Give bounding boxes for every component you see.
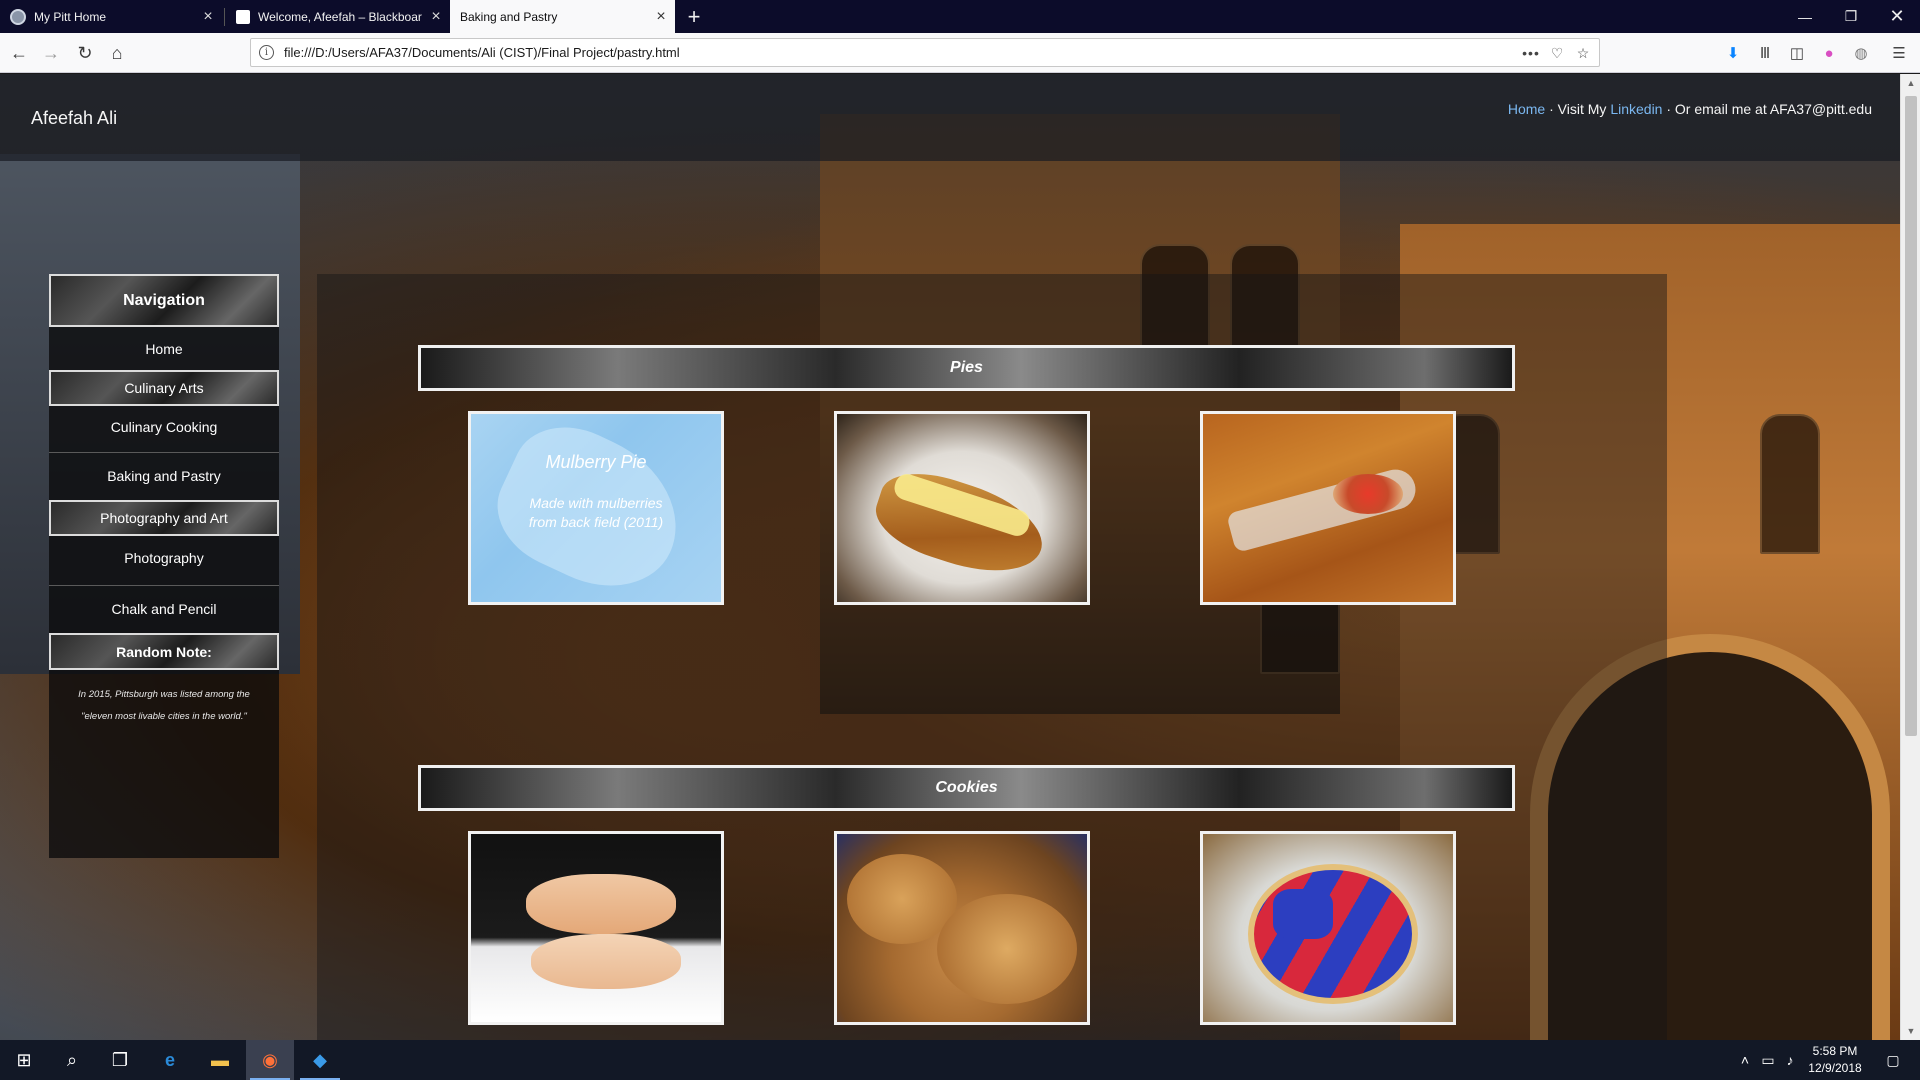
tab-blackboard[interactable]: Welcome, Afeefah – Blackboar × <box>226 0 450 33</box>
back-arrow-icon[interactable]: ← <box>4 38 34 68</box>
pocket-icon[interactable]: ♡ <box>1545 42 1569 64</box>
pies-section-heading: Pies <box>418 345 1515 391</box>
header-text-email: · Or email me at AFA37@pitt.edu <box>1662 101 1872 117</box>
header-links: Home · Visit My Linkedin · Or email me a… <box>1508 101 1872 117</box>
forward-arrow-icon[interactable]: → <box>36 38 66 68</box>
account-icon[interactable]: ◍ <box>1849 41 1873 65</box>
browser-tab-bar: My Pitt Home × Welcome, Afeefah – Blackb… <box>0 0 1920 33</box>
tab-label: Baking and Pastry <box>460 9 558 24</box>
nav-baking-pastry-link[interactable]: Baking and Pastry <box>49 453 279 498</box>
macaron-photo[interactable] <box>468 831 724 1025</box>
pitt-favicon-icon <box>10 8 26 25</box>
random-note-line-1: In 2015, Pittsburgh was listed among the <box>78 689 250 700</box>
random-note-line-2: "eleven most livable cities in the world… <box>81 711 247 722</box>
vertical-scrollbar[interactable]: ▲ ▼ <box>1900 74 1920 1040</box>
close-tab-icon[interactable]: × <box>647 8 675 26</box>
downloads-icon[interactable]: ⬇ <box>1721 41 1745 65</box>
pie-photo-3[interactable] <box>1200 411 1456 605</box>
restore-window-icon[interactable]: ❐ <box>1828 0 1874 33</box>
internet-explorer-icon[interactable]: e <box>146 1040 194 1080</box>
close-window-icon[interactable]: ✕ <box>1874 0 1920 33</box>
decorated-cookie-shape <box>1248 864 1418 1004</box>
bookmark-star-icon[interactable]: ☆ <box>1571 42 1595 64</box>
page-viewport: Afeefah Ali Home · Visit My Linkedin · O… <box>0 74 1900 1040</box>
color-extension-icon[interactable]: ● <box>1817 41 1841 65</box>
nav-chalk-pencil-link[interactable]: Chalk and Pencil <box>49 586 279 631</box>
menu-hamburger-icon[interactable]: ☰ <box>1887 41 1911 65</box>
cookies-section-heading: Cookies <box>418 765 1515 811</box>
notification-center-icon[interactable]: ▢ <box>1876 1040 1910 1080</box>
tab-baking-and-pastry[interactable]: Baking and Pastry × <box>450 0 675 33</box>
address-bar[interactable]: i file:///D:/Users/AFA37/Documents/Ali (… <box>250 38 1600 67</box>
show-hidden-icons-chevron-icon[interactable]: ˄ <box>1735 1040 1755 1080</box>
site-info-icon[interactable]: i <box>259 45 274 60</box>
visual-studio-code-icon[interactable]: ◆ <box>296 1040 344 1080</box>
page-actions-icon[interactable]: ••• <box>1519 42 1543 64</box>
macaron-top-shape <box>526 874 676 934</box>
windows-start-icon[interactable]: ⊞ <box>0 1040 48 1080</box>
home-link[interactable]: Home <box>1508 101 1545 117</box>
random-note-heading: Random Note: <box>49 633 279 670</box>
site-header: Afeefah Ali Home · Visit My Linkedin · O… <box>0 74 1900 161</box>
photo-caption-title: Mulberry Pie <box>545 452 647 472</box>
chocolate-chip-cookies-photo[interactable] <box>834 831 1090 1025</box>
url-text[interactable]: file:///D:/Users/AFA37/Documents/Ali (CI… <box>284 45 680 60</box>
scroll-down-arrow-icon[interactable]: ▼ <box>1901 1022 1920 1040</box>
cookie-shape <box>937 894 1077 1004</box>
clock-time: 5:58 PM <box>1812 1044 1858 1058</box>
scroll-up-arrow-icon[interactable]: ▲ <box>1901 74 1920 92</box>
sidebar-toggle-icon[interactable]: ◫ <box>1785 41 1809 65</box>
macaron-bottom-shape <box>531 934 681 989</box>
blackboard-favicon-icon <box>236 9 250 24</box>
navigation-heading: Navigation <box>49 274 279 327</box>
minimize-window-icon[interactable]: — <box>1782 0 1828 33</box>
pie-photo-2[interactable] <box>834 411 1090 605</box>
nav-photography-link[interactable]: Photography <box>49 536 279 579</box>
nav-home-link[interactable]: Home <box>49 327 279 370</box>
close-tab-icon[interactable]: × <box>194 8 222 26</box>
scrollbar-thumb[interactable] <box>1905 96 1917 736</box>
reload-icon[interactable]: ↻ <box>70 38 100 68</box>
tab-label: Welcome, Afeefah – Blackboar <box>258 9 422 24</box>
library-icon[interactable]: Ⅲ <box>1753 41 1777 65</box>
firefox-icon[interactable]: ◉ <box>246 1040 294 1080</box>
task-view-icon[interactable]: ❐ <box>96 1040 144 1080</box>
mulberry-pie-photo-featured[interactable]: Mulberry Pie Made with mulberries from b… <box>468 411 724 605</box>
home-icon[interactable]: ⌂ <box>102 38 132 68</box>
clock-date: 12/9/2018 <box>1808 1061 1862 1075</box>
cookie-flag-canton-shape <box>1273 889 1333 939</box>
site-name: Afeefah Ali <box>31 108 118 128</box>
tab-label: My Pitt Home <box>34 9 107 24</box>
close-tab-icon[interactable]: × <box>422 8 450 26</box>
nav-photography-and-art[interactable]: Photography and Art <box>49 500 279 536</box>
nav-culinary-cooking-link[interactable]: Culinary Cooking <box>49 406 279 448</box>
new-tab-button[interactable]: + <box>680 0 708 33</box>
decorated-cookie-photo[interactable] <box>1200 831 1456 1025</box>
header-text-visit: · Visit My <box>1545 101 1611 117</box>
linkedin-link[interactable]: Linkedin <box>1610 101 1662 117</box>
search-icon[interactable]: ⌕ <box>48 1040 96 1080</box>
taskbar-clock[interactable]: 5:58 PM 12/9/2018 <box>1795 1043 1875 1077</box>
tab-separator <box>224 8 225 26</box>
dessert-bite-shape <box>1333 474 1403 514</box>
network-icon[interactable]: ▭ <box>1757 1040 1779 1080</box>
photo-caption-description: Made with mulberries from back field (20… <box>528 495 664 530</box>
browser-toolbar: ← → ↻ ⌂ i file:///D:/Users/AFA37/Documen… <box>0 33 1920 73</box>
nav-culinary-arts[interactable]: Culinary Arts <box>49 370 279 406</box>
background-window <box>1760 414 1820 554</box>
sidebar: Navigation Home Culinary Arts Culinary C… <box>49 274 279 858</box>
file-explorer-icon[interactable]: ▬ <box>196 1040 244 1080</box>
windows-taskbar: ⊞ ⌕ ❐ e ▬ ◉ ◆ ˄ ▭ ♪ 5:58 PM 12/9/2018 ▢ <box>0 1040 1920 1080</box>
tab-my-pitt-home[interactable]: My Pitt Home × <box>0 0 222 33</box>
